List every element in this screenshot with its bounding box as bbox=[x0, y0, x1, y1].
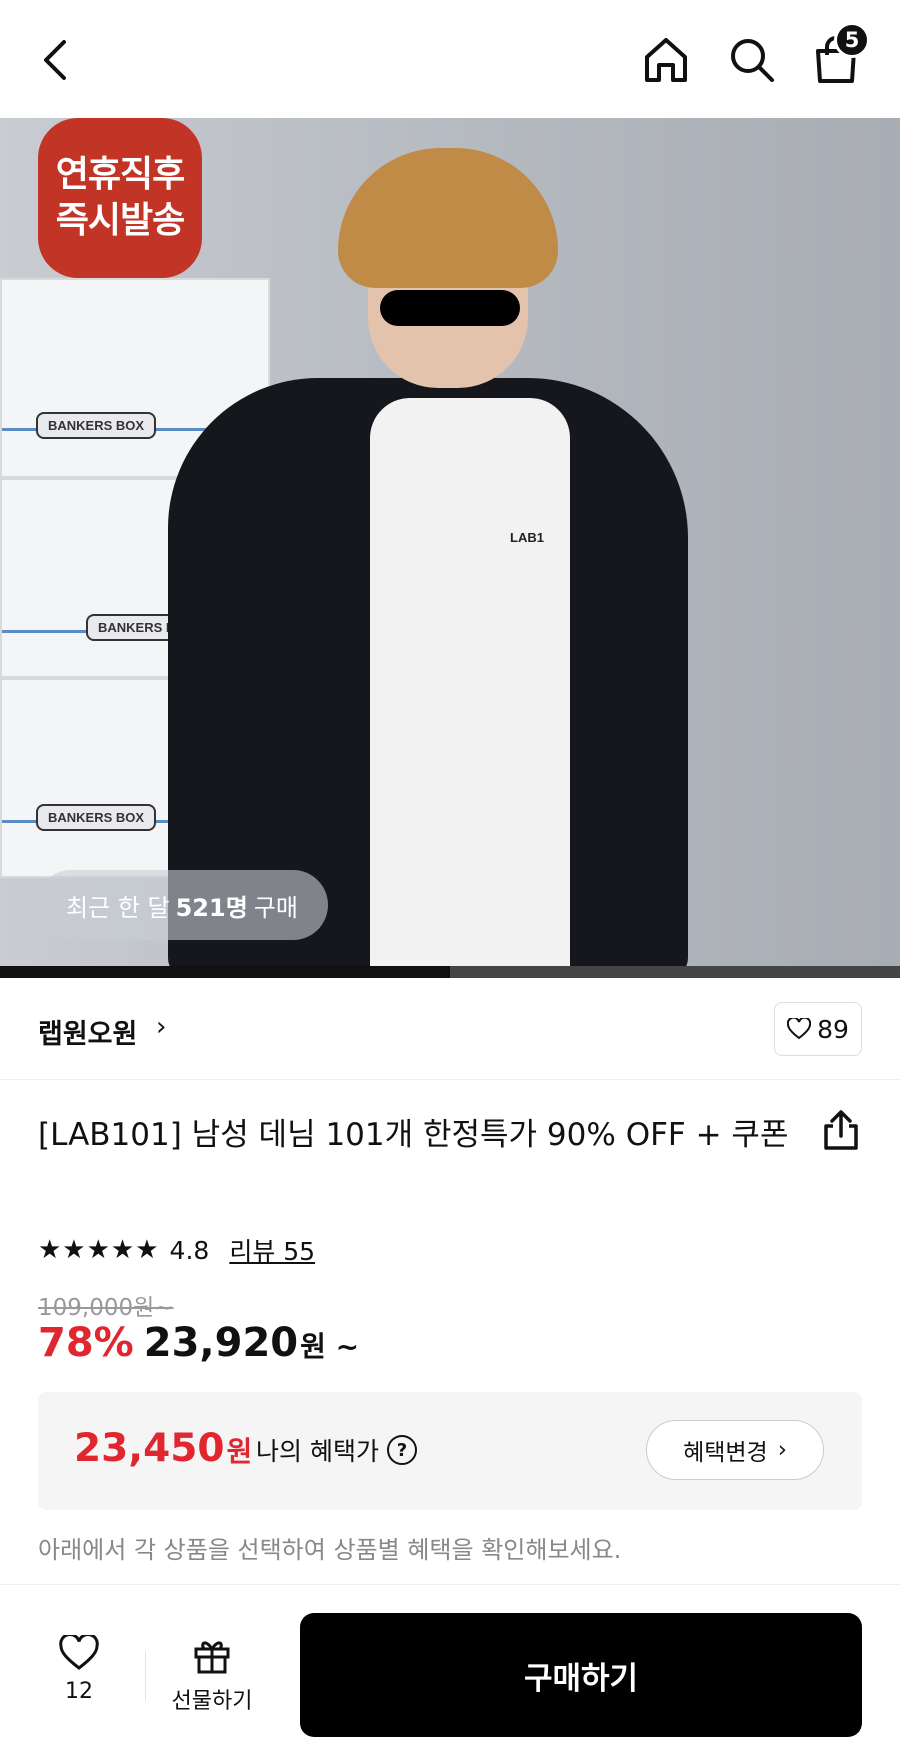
promo-sticker: 연휴직후 즉시발송 bbox=[38, 118, 202, 278]
sale-price: 23,920 bbox=[143, 1320, 299, 1366]
chevron-right-icon: › bbox=[156, 1012, 167, 1042]
benefit-price-unit: 원 bbox=[226, 1435, 253, 1468]
benefit-label-row: 나의 혜택가 ? bbox=[256, 1432, 417, 1468]
model-hair bbox=[338, 148, 558, 288]
benefit-price-value: 23,450 bbox=[74, 1426, 225, 1471]
shirt-logo: LAB1 bbox=[510, 530, 544, 545]
buyers-suffix: 구매 bbox=[253, 893, 298, 922]
benefit-price: 23,450 원 bbox=[74, 1426, 252, 1471]
change-benefit-label: 혜택변경 bbox=[683, 1440, 768, 1466]
brand-row: 랩원오원 › 89 bbox=[0, 978, 900, 1080]
sunglasses bbox=[380, 290, 520, 326]
product-title: [LAB101] 남성 데님 101개 한정특가 90% OFF + 쿠폰 bbox=[38, 1117, 789, 1153]
bottom-action-bar: 12 선물하기 구매하기 bbox=[0, 1584, 900, 1761]
buyers-count: 521명 bbox=[175, 893, 248, 922]
buy-button[interactable]: 구매하기 bbox=[300, 1613, 862, 1737]
brand-link[interactable]: 랩원오원 bbox=[38, 1012, 137, 1051]
star-rating-icons: ★★★★★ bbox=[38, 1235, 160, 1265]
white-tshirt bbox=[370, 398, 570, 978]
share-button[interactable] bbox=[818, 1108, 864, 1154]
gift-icon bbox=[194, 1641, 230, 1674]
share-icon bbox=[824, 1110, 858, 1150]
promo-line-1: 연휴직후 bbox=[55, 154, 185, 195]
search-button[interactable] bbox=[722, 30, 782, 90]
price-row: 78% 23,920 원 ~ bbox=[38, 1320, 359, 1366]
buyers-prefix: 최근 한 달 bbox=[66, 893, 170, 922]
product-image-carousel[interactable]: BANKERS BOX BANKERS BOX BANKERS BOX LAB1… bbox=[0, 118, 900, 978]
review-link[interactable]: 리뷰 55 bbox=[229, 1232, 315, 1268]
gift-button[interactable]: 선물하기 bbox=[164, 1635, 260, 1735]
wishlist-count: 12 bbox=[65, 1679, 93, 1704]
top-nav-bar: 5 bbox=[0, 0, 900, 118]
benefit-hint-text: 아래에서 각 상품을 선택하여 상품별 혜택을 확인해보세요. bbox=[38, 1536, 622, 1564]
wishlist-button[interactable]: 12 bbox=[44, 1635, 114, 1735]
heart-icon bbox=[787, 1018, 812, 1040]
gift-label: 선물하기 bbox=[171, 1689, 253, 1714]
benefit-label: 나의 혜택가 bbox=[256, 1437, 379, 1466]
back-button[interactable] bbox=[26, 30, 86, 90]
cart-count-badge: 5 bbox=[834, 22, 870, 58]
carousel-progress bbox=[0, 966, 900, 978]
change-benefit-button[interactable]: 혜택변경 › bbox=[646, 1420, 824, 1480]
carousel-progress-fill bbox=[0, 966, 450, 978]
benefit-box: 23,450 원 나의 혜택가 ? 혜택변경 › bbox=[38, 1392, 862, 1510]
recent-buyers-badge: 최근 한 달 521명 구매 bbox=[36, 870, 328, 940]
search-icon bbox=[731, 39, 774, 82]
help-icon[interactable]: ? bbox=[386, 1435, 417, 1465]
discount-rate: 78% bbox=[38, 1320, 134, 1366]
rating-value: 4.8 bbox=[169, 1235, 210, 1265]
brand-like-button[interactable]: 89 bbox=[774, 1002, 862, 1056]
rating-row: ★★★★★ 4.8 리뷰 55 bbox=[38, 1230, 315, 1270]
promo-line-2: 즉시발송 bbox=[55, 200, 185, 241]
chevron-left-icon bbox=[44, 40, 66, 80]
brand-like-count: 89 bbox=[817, 1014, 849, 1044]
original-price: 109,000원~ bbox=[38, 1295, 174, 1321]
box-label: BANKERS BOX bbox=[36, 804, 157, 831]
box-label: BANKERS BOX bbox=[36, 412, 157, 439]
divider bbox=[145, 1651, 146, 1701]
price-unit: 원 ~ bbox=[300, 1330, 360, 1363]
home-button[interactable] bbox=[636, 30, 696, 90]
heart-icon bbox=[59, 1635, 99, 1670]
home-icon bbox=[645, 38, 687, 82]
chevron-right-icon: › bbox=[777, 1437, 787, 1463]
